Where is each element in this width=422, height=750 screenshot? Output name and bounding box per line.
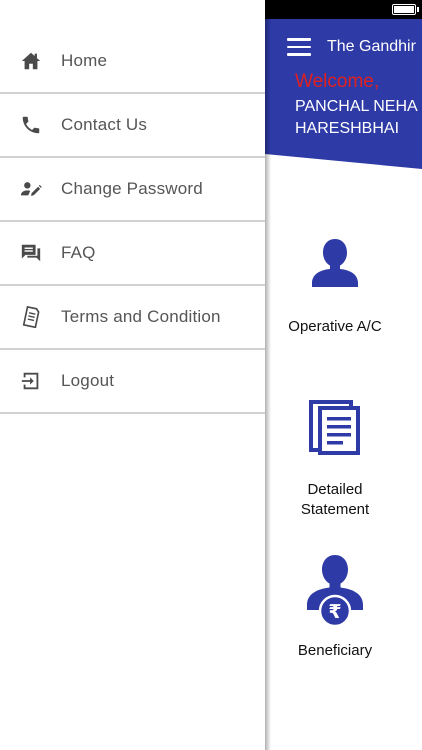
statement-icon [309, 400, 361, 461]
drawer-item-label: Change Password [61, 179, 203, 198]
tile-beneficiary[interactable]: ₹ Beneficiary [265, 553, 405, 668]
document-icon [19, 305, 43, 329]
hamburger-menu-icon[interactable] [287, 38, 311, 58]
battery-tip [417, 7, 419, 12]
chat-icon [19, 241, 43, 265]
navigation-drawer: Home Contact Us Change Password FAQ Term [0, 0, 265, 750]
drawer-item-change-password[interactable]: Change Password [0, 158, 265, 222]
tile-operative-ac[interactable]: Operative A/C [265, 235, 405, 345]
battery-icon [392, 4, 416, 15]
drawer-item-terms[interactable]: Terms and Condition [0, 286, 265, 350]
status-bar [265, 0, 422, 19]
tile-detailed-statement[interactable]: Detailed Statement [265, 400, 405, 525]
beneficiary-icon: ₹ [303, 553, 367, 634]
tile-label: Operative A/C [288, 318, 382, 335]
drawer-item-label: Terms and Condition [61, 307, 221, 326]
drawer-item-home[interactable]: Home [0, 30, 265, 94]
drawer-item-label: Home [61, 51, 108, 70]
main-screen: The Gandhir Welcome, PANCHAL NEHA HARESH… [265, 0, 422, 750]
edit-user-icon [19, 177, 43, 201]
header: The Gandhir Welcome, PANCHAL NEHA HARESH… [265, 19, 422, 169]
tile-label: Beneficiary [297, 642, 373, 659]
user-name-line1: PANCHAL NEHA [295, 98, 418, 115]
drawer-item-logout[interactable]: Logout [0, 350, 265, 414]
drawer-item-label: FAQ [61, 243, 96, 262]
svg-text:₹: ₹ [328, 601, 341, 623]
logout-icon [19, 369, 43, 393]
user-name-line2: HARESHBHAI [295, 120, 400, 137]
tile-label-line2: Statement [300, 501, 370, 518]
drawer-item-contact-us[interactable]: Contact Us [0, 94, 265, 158]
phone-icon [19, 113, 43, 137]
drawer-item-faq[interactable]: FAQ [0, 222, 265, 286]
drawer-item-label: Contact Us [61, 115, 148, 134]
app-title: The Gandhir [327, 38, 416, 55]
drawer-item-label: Logout [61, 371, 115, 390]
user-icon [307, 235, 363, 296]
home-icon [19, 49, 43, 73]
drawer-menu: Home Contact Us Change Password FAQ Term [0, 30, 265, 414]
tile-label-line1: Detailed [307, 481, 363, 498]
welcome-text: Welcome, [295, 71, 380, 92]
user-name: PANCHAL NEHA HARESHBHAI [295, 96, 418, 140]
